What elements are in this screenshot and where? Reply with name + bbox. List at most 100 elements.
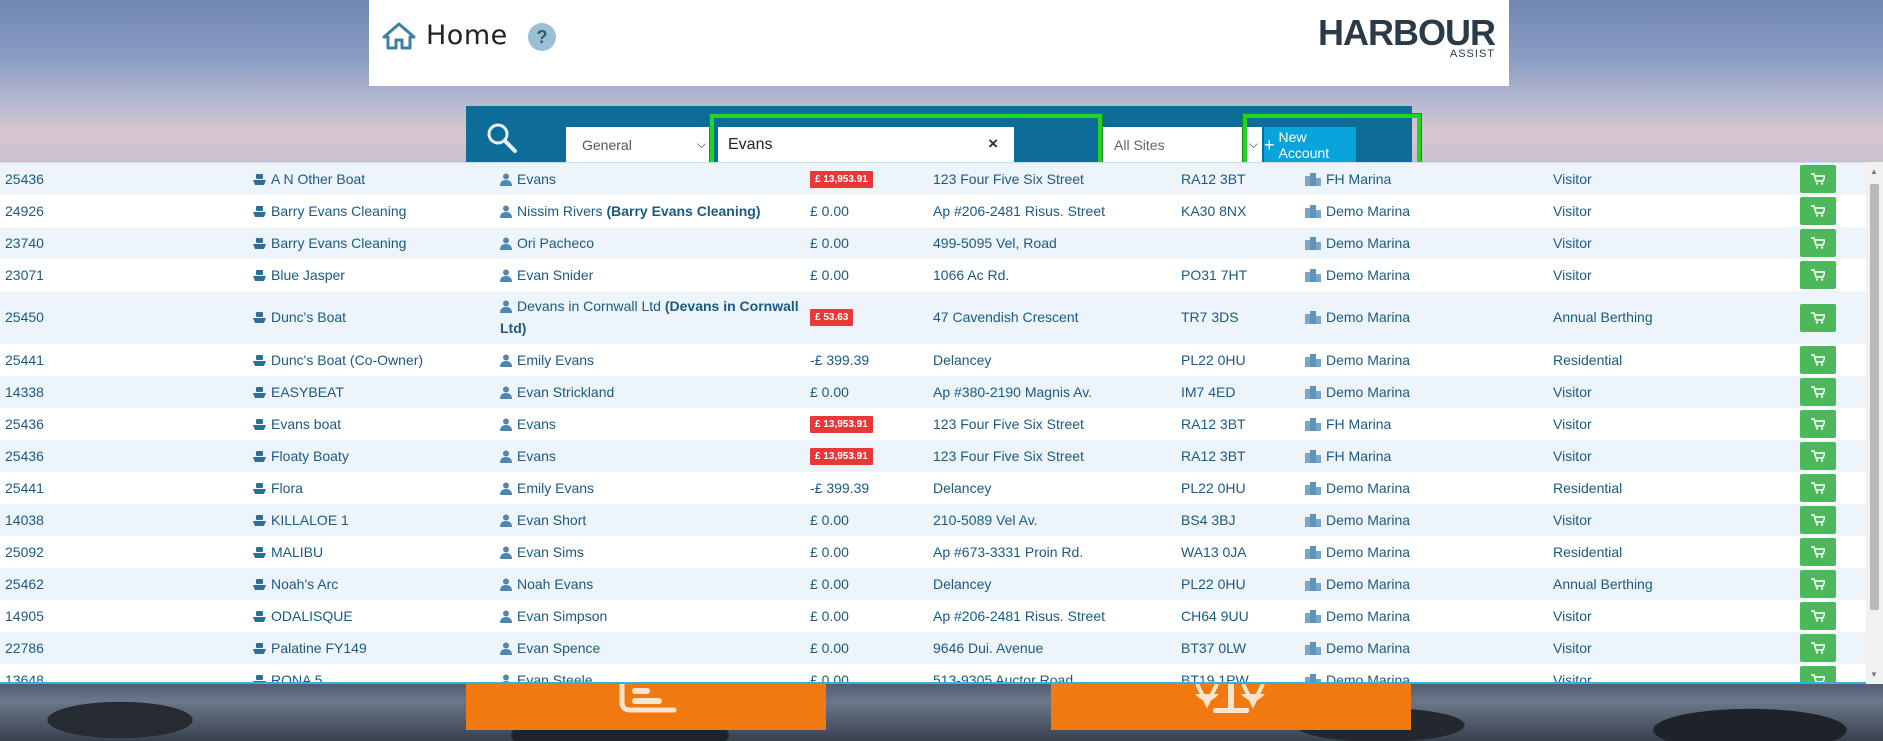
table-row[interactable]: 14038 KILLALOE 1 Evan Short £ 0.00 210-5089 … <box>0 504 1866 536</box>
cart-button[interactable] <box>1800 261 1836 289</box>
owner-cell[interactable]: Nissim Rivers (Barry Evans Cleaning) <box>500 203 761 219</box>
cart-button[interactable] <box>1800 570 1836 598</box>
boat-link[interactable]: ODALISQUE <box>271 608 353 624</box>
boat-link[interactable]: Noah's Arc <box>271 576 338 592</box>
table-row[interactable]: 25450 Dunc's Boat Devans in Cornwall Ltd (… <box>0 291 1866 344</box>
owner-cell[interactable]: Devans in Cornwall Ltd (Devans in Cornwa… <box>500 295 800 339</box>
owner-cell[interactable]: Evan Short <box>500 512 586 528</box>
owner-cell[interactable]: Emily Evans <box>500 480 594 496</box>
owner-link[interactable]: Evan Simpson <box>517 608 607 624</box>
account-id[interactable]: 25436 <box>5 171 44 187</box>
table-row[interactable]: 14905 ODALISQUE Evan Simpson £ 0.00 Ap #206-… <box>0 600 1866 632</box>
account-id[interactable]: 25436 <box>5 448 44 464</box>
owner-link[interactable]: Noah Evans <box>517 576 593 592</box>
new-account-button[interactable]: + New Account <box>1264 127 1356 162</box>
table-row[interactable]: 23071 Blue Jasper Evan Snider £ 0.00 1066 Ac… <box>0 259 1866 291</box>
owner-cell[interactable]: Evan Snider <box>500 267 593 283</box>
table-row[interactable]: 22786 Palatine FY149 Evan Spence £ 0.00 9646… <box>0 632 1866 664</box>
owner-link[interactable]: Evans <box>517 448 556 464</box>
boat-cell[interactable]: A N Other Boat <box>253 171 365 187</box>
category-select[interactable]: General ⌵ <box>566 127 710 162</box>
account-id[interactable]: 14038 <box>5 512 44 528</box>
boat-cell[interactable]: MALIBU <box>253 544 323 560</box>
account-id[interactable]: 25450 <box>5 309 44 325</box>
boat-link[interactable]: MALIBU <box>271 544 323 560</box>
boat-link[interactable]: A N Other Boat <box>271 171 365 187</box>
cart-button[interactable] <box>1800 442 1836 470</box>
owner-cell[interactable]: Evan Sims <box>500 544 584 560</box>
account-id[interactable]: 25441 <box>5 480 44 496</box>
owner-link[interactable]: Evan Spence <box>517 640 600 656</box>
account-id[interactable]: 23071 <box>5 267 44 283</box>
home-icon[interactable] <box>382 22 416 50</box>
table-row[interactable]: 23740 Barry Evans Cleaning Ori Pacheco £ 0.… <box>0 227 1866 259</box>
boat-cell[interactable]: Blue Jasper <box>253 267 345 283</box>
boat-cell[interactable]: Dunc's Boat <box>253 309 346 325</box>
cart-button[interactable] <box>1800 666 1836 682</box>
boat-link[interactable]: Dunc's Boat <box>271 309 346 325</box>
cart-button[interactable] <box>1800 506 1836 534</box>
owner-link[interactable]: Devans in Cornwall Ltd <box>517 298 661 314</box>
boat-link[interactable]: Blue Jasper <box>271 267 345 283</box>
account-id[interactable]: 22786 <box>5 640 44 656</box>
boat-link[interactable]: Barry Evans Cleaning <box>271 203 406 219</box>
cart-button[interactable] <box>1800 303 1836 332</box>
account-id[interactable]: 25092 <box>5 544 44 560</box>
boat-cell[interactable]: Floaty Boaty <box>253 448 349 464</box>
owner-link[interactable]: Evan Sims <box>517 544 584 560</box>
boat-cell[interactable]: EASYBEAT <box>253 384 344 400</box>
boat-link[interactable]: RONA 5 <box>271 672 322 682</box>
boat-link[interactable]: Palatine FY149 <box>271 640 367 656</box>
boat-cell[interactable]: ODALISQUE <box>253 608 353 624</box>
dashboard-tile-accounts[interactable] <box>1051 684 1411 730</box>
cart-button[interactable] <box>1800 346 1836 374</box>
cart-button[interactable] <box>1800 634 1836 662</box>
scroll-up-icon[interactable]: ▲ <box>1870 167 1878 176</box>
search-input[interactable] <box>718 135 968 154</box>
help-icon[interactable]: ? <box>528 23 556 51</box>
owner-link[interactable]: Evans <box>517 416 556 432</box>
table-row[interactable]: 25441 Flora Emily Evans -£ 399.39 Delancey PL… <box>0 472 1866 504</box>
cart-button[interactable] <box>1800 538 1836 566</box>
site-select[interactable]: All Sites ⌵ <box>1102 127 1262 162</box>
boat-cell[interactable]: Barry Evans Cleaning <box>253 203 406 219</box>
owner-cell[interactable]: Evans <box>500 171 556 187</box>
owner-link[interactable]: Evan Strickland <box>517 384 614 400</box>
cart-button[interactable] <box>1800 410 1836 438</box>
account-id[interactable]: 23740 <box>5 235 44 251</box>
account-id[interactable]: 24926 <box>5 203 44 219</box>
scroll-down-icon[interactable]: ▼ <box>1870 670 1878 679</box>
table-row[interactable]: 25436 Evans boat Evans £ 13,953.91 123 Four … <box>0 408 1866 440</box>
account-id[interactable]: 13648 <box>5 672 44 682</box>
table-row[interactable]: 25436 Floaty Boaty Evans £ 13,953.91 123 Fou… <box>0 440 1866 472</box>
results-scrollbar[interactable]: ▲ ▼ <box>1866 162 1883 684</box>
account-id[interactable]: 25462 <box>5 576 44 592</box>
cart-button[interactable] <box>1800 474 1836 502</box>
boat-cell[interactable]: Palatine FY149 <box>253 640 367 656</box>
boat-cell[interactable]: Dunc's Boat (Co-Owner) <box>253 352 423 368</box>
cart-button[interactable] <box>1800 165 1836 193</box>
owner-link[interactable]: Emily Evans <box>517 480 594 496</box>
owner-cell[interactable]: Evan Spence <box>500 640 600 656</box>
owner-link[interactable]: Emily Evans <box>517 352 594 368</box>
table-row[interactable]: 13648 RONA 5 Evan Steele £ 0.00 513-9305 Auc… <box>0 664 1866 682</box>
owner-link[interactable]: Ori Pacheco <box>517 235 594 251</box>
boat-cell[interactable]: RONA 5 <box>253 672 322 682</box>
cart-button[interactable] <box>1800 229 1836 257</box>
table-row[interactable]: 24926 Barry Evans Cleaning Nissim Rivers (… <box>0 195 1866 227</box>
owner-company[interactable]: (Barry Evans Cleaning) <box>606 203 760 219</box>
boat-link[interactable]: Evans boat <box>271 416 341 432</box>
owner-link[interactable]: Evan Short <box>517 512 586 528</box>
owner-cell[interactable]: Noah Evans <box>500 576 593 592</box>
owner-cell[interactable]: Ori Pacheco <box>500 235 594 251</box>
table-row[interactable]: 25462 Noah's Arc Noah Evans £ 0.00 Delancey P… <box>0 568 1866 600</box>
boat-cell[interactable]: Noah's Arc <box>253 576 338 592</box>
boat-link[interactable]: Barry Evans Cleaning <box>271 235 406 251</box>
boat-cell[interactable]: KILLALOE 1 <box>253 512 349 528</box>
boat-link[interactable]: EASYBEAT <box>271 384 344 400</box>
table-row[interactable]: 25441 Dunc's Boat (Co-Owner) Emily Evans -£… <box>0 344 1866 376</box>
owner-cell[interactable]: Evans <box>500 448 556 464</box>
boat-link[interactable]: Dunc's Boat (Co-Owner) <box>271 352 423 368</box>
cart-button[interactable] <box>1800 378 1836 406</box>
owner-cell[interactable]: Emily Evans <box>500 352 594 368</box>
